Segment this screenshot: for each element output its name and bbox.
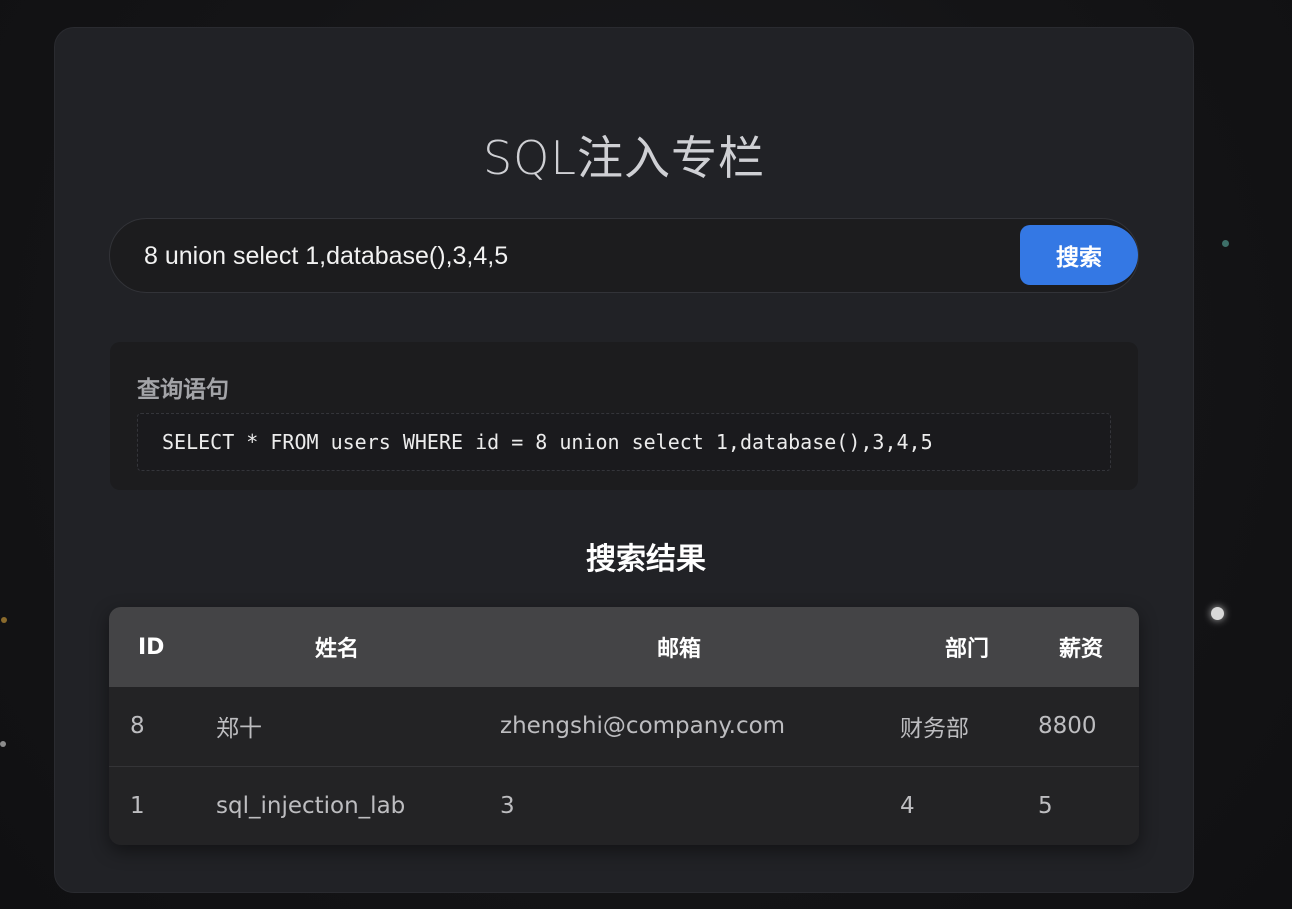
cell-salary: 8800 (1038, 713, 1097, 740)
query-sql: SELECT * FROM users WHERE id = 8 union s… (137, 413, 1111, 471)
query-panel: 查询语句 SELECT * FROM users WHERE id = 8 un… (110, 342, 1138, 490)
table-header: ID 姓名 邮箱 部门 薪资 (109, 607, 1139, 687)
cell-name: sql_injection_lab (195, 765, 479, 845)
page-background: SQL注入专栏 搜索 查询语句 SELECT * FROM users WHER… (0, 0, 1292, 909)
cell-department: 4 (879, 765, 1017, 845)
decorative-dot (0, 741, 6, 747)
cell-id: 1 (109, 765, 195, 845)
header-row: ID 姓名 邮箱 部门 薪资 (109, 607, 1139, 687)
query-label: 查询语句 (137, 377, 229, 403)
search-bar: 搜索 (109, 218, 1139, 293)
results-title: 搜索结果 (586, 542, 706, 577)
column-header-department: 部门 (944, 637, 989, 662)
cell-department: 财务部 (900, 716, 969, 743)
decorative-dot (1, 617, 7, 623)
cell-name: 郑十 (216, 716, 262, 743)
table-row: 1 sql_injection_lab 3 4 5 (109, 765, 1139, 845)
search-button[interactable]: 搜索 (1020, 225, 1138, 285)
column-header-name: 姓名 (314, 637, 359, 662)
results-table: ID 姓名 邮箱 部门 薪资 8 郑十 zhengshi@company.com… (109, 607, 1139, 845)
cell-email: 3 (479, 765, 879, 845)
column-header-id: ID (138, 634, 165, 660)
search-input[interactable] (144, 233, 1004, 279)
decorative-dot (1222, 240, 1229, 247)
column-header-salary: 薪资 (1058, 637, 1103, 662)
decorative-dot (1211, 607, 1224, 620)
table-body: 8 郑十 zhengshi@company.com 财务部 8800 1 sql… (109, 687, 1139, 845)
cell-email: zhengshi@company.com (500, 713, 786, 740)
cell-id: 8 (130, 713, 145, 740)
page-title: SQL注入专栏 (482, 131, 766, 185)
cell-salary: 5 (1017, 765, 1139, 845)
column-header-email: 邮箱 (656, 637, 701, 662)
table-row: 8 郑十 zhengshi@company.com 财务部 8800 (109, 687, 1139, 766)
